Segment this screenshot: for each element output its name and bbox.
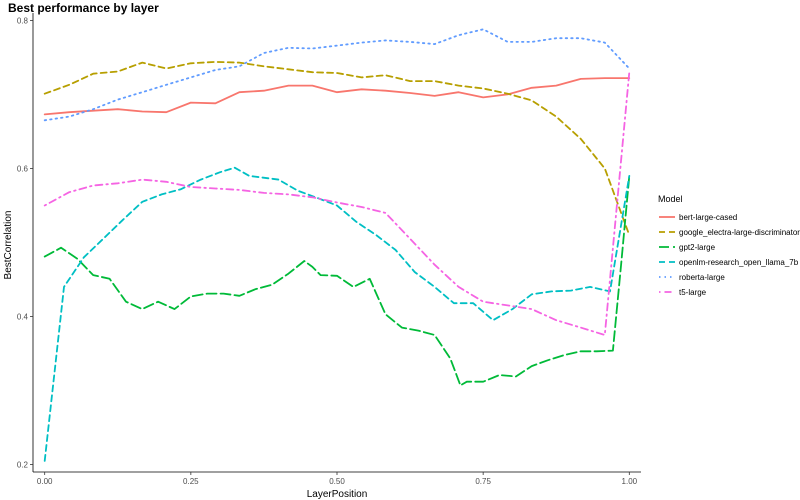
legend-label: openlm-research_open_llama_7b <box>679 258 799 267</box>
x-tick-label: 1.00 <box>622 477 638 486</box>
chart-title: Best performance by layer <box>8 1 159 15</box>
legend-label: gpt2-large <box>679 243 716 252</box>
chart: Best performance by layer 0.00 0.25 0.50 0.… <box>3 1 800 500</box>
legend: Model bert-large-cased google_electra-lar… <box>658 194 800 297</box>
x-tick-label: 0.25 <box>183 477 199 486</box>
series-line-2 <box>43 174 631 387</box>
series-line-5 <box>43 71 631 336</box>
y-tick-label: 0.2 <box>17 461 29 470</box>
series-line-3 <box>43 166 631 462</box>
x-tick-label: 0.00 <box>37 477 53 486</box>
x-axis-title: LayerPosition <box>307 489 368 500</box>
x-tick-label: 0.50 <box>329 477 345 486</box>
y-tick-label: 0.4 <box>17 313 29 322</box>
series-line-1 <box>43 61 631 237</box>
legend-label: google_electra-large-discriminator <box>679 228 800 237</box>
legend-label: bert-large-cased <box>679 213 737 222</box>
y-axis-title: BestCorrelation <box>3 211 14 280</box>
x-tick-label: 0.75 <box>475 477 491 486</box>
legend-label: t5-large <box>679 288 707 297</box>
series-line-0 <box>43 77 631 116</box>
legend-title: Model <box>658 194 683 204</box>
y-tick-label: 0.6 <box>17 164 29 173</box>
plot-area <box>43 28 631 462</box>
axes: 0.00 0.25 0.50 0.75 1.00 0.2 0.4 0.6 0.8 <box>17 13 641 486</box>
y-tick-label: 0.8 <box>17 16 29 25</box>
legend-label: roberta-large <box>679 273 725 282</box>
